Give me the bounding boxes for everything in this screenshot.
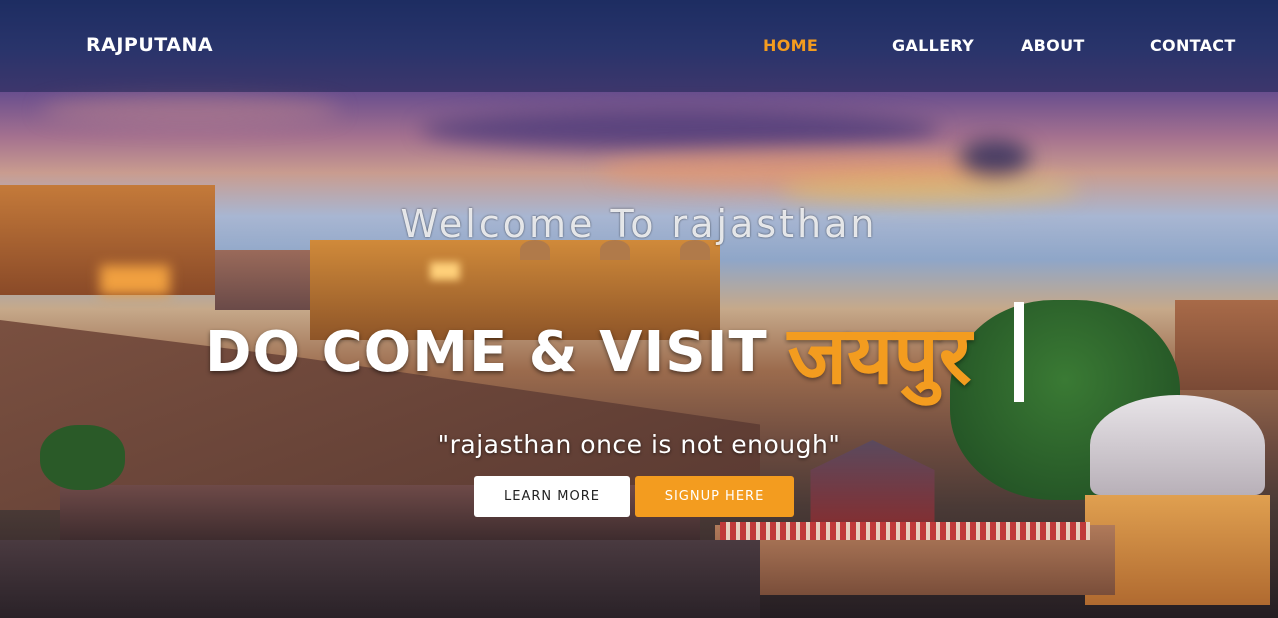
hero-tagline: "rajasthan once is not enough" [437, 430, 841, 459]
lake-water [0, 540, 760, 618]
brand-logo[interactable]: RAJPUTANA [86, 34, 213, 56]
railing [720, 522, 1090, 540]
hero-headline: DO COME & VISIT जयपुर [205, 292, 1024, 412]
signup-button[interactable]: SIGNUP HERE [635, 476, 794, 517]
cloud [780, 175, 1080, 205]
palace-light [430, 262, 460, 280]
cloud [40, 95, 340, 125]
headline-typed-city: जयपुर [787, 308, 972, 402]
cloud [960, 140, 1030, 175]
building-right [1175, 300, 1278, 390]
typing-cursor [1013, 302, 1024, 402]
fort-glow [100, 265, 170, 295]
cloud [420, 110, 940, 150]
nav-about[interactable]: ABOUT [1021, 36, 1085, 55]
nav-home[interactable]: HOME [763, 36, 818, 55]
welcome-heading: Welcome To rajasthan [400, 202, 878, 246]
headline-static: DO COME & VISIT [205, 319, 768, 385]
nav-gallery[interactable]: GALLERY [892, 36, 974, 55]
learn-more-button[interactable]: LEARN MORE [474, 476, 630, 517]
nav-contact[interactable]: CONTACT [1150, 36, 1236, 55]
